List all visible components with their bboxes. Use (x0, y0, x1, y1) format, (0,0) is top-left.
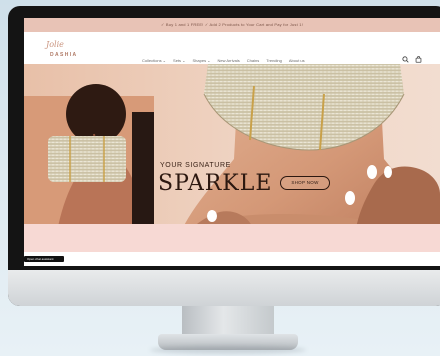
nav-item-collections[interactable]: Collections ⌄ (142, 58, 166, 63)
search-icon[interactable] (402, 56, 409, 63)
hero-banner[interactable]: YOUR SIGNATURE SPARKLE SHOP NOW (24, 64, 440, 250)
browser-viewport: ✓ Buy 1 and 1 FREE! ✓ Add 2 Products to … (24, 18, 440, 266)
logo-script: Jolie (46, 40, 64, 49)
nav-item-shapes[interactable]: Shapes ⌄ (193, 58, 211, 63)
shop-now-button[interactable]: SHOP NOW (280, 176, 330, 190)
cart-icon[interactable] (415, 56, 422, 63)
hero-headline: SPARKLE (158, 171, 273, 196)
announcement-bar: ✓ Buy 1 and 1 FREE! ✓ Add 2 Products to … (24, 18, 440, 32)
logo-wordmark: DASHIA (50, 52, 78, 58)
chat-tooltip[interactable]: Open chat assistant (24, 256, 64, 262)
stand-shadow (150, 346, 306, 354)
hero-eyebrow: YOUR SIGNATURE (160, 162, 231, 169)
nav-item-about[interactable]: About us (289, 58, 305, 63)
nav-item-sets[interactable]: Sets ⌄ (173, 58, 185, 63)
nav-item-trending[interactable]: Trending (266, 58, 282, 63)
promo-strip (24, 224, 440, 252)
nav-item-chains[interactable]: Chains (247, 58, 259, 63)
monitor-chin (8, 270, 440, 306)
main-nav: Collections ⌄ Sets ⌄ Shapes ⌄ New Arriva… (142, 58, 305, 63)
hero-photo (24, 64, 440, 250)
nav-item-new-arrivals[interactable]: New Arrivals (218, 58, 240, 63)
header-icons (402, 56, 422, 63)
site-logo[interactable]: Jolie DASHIA (44, 40, 88, 64)
